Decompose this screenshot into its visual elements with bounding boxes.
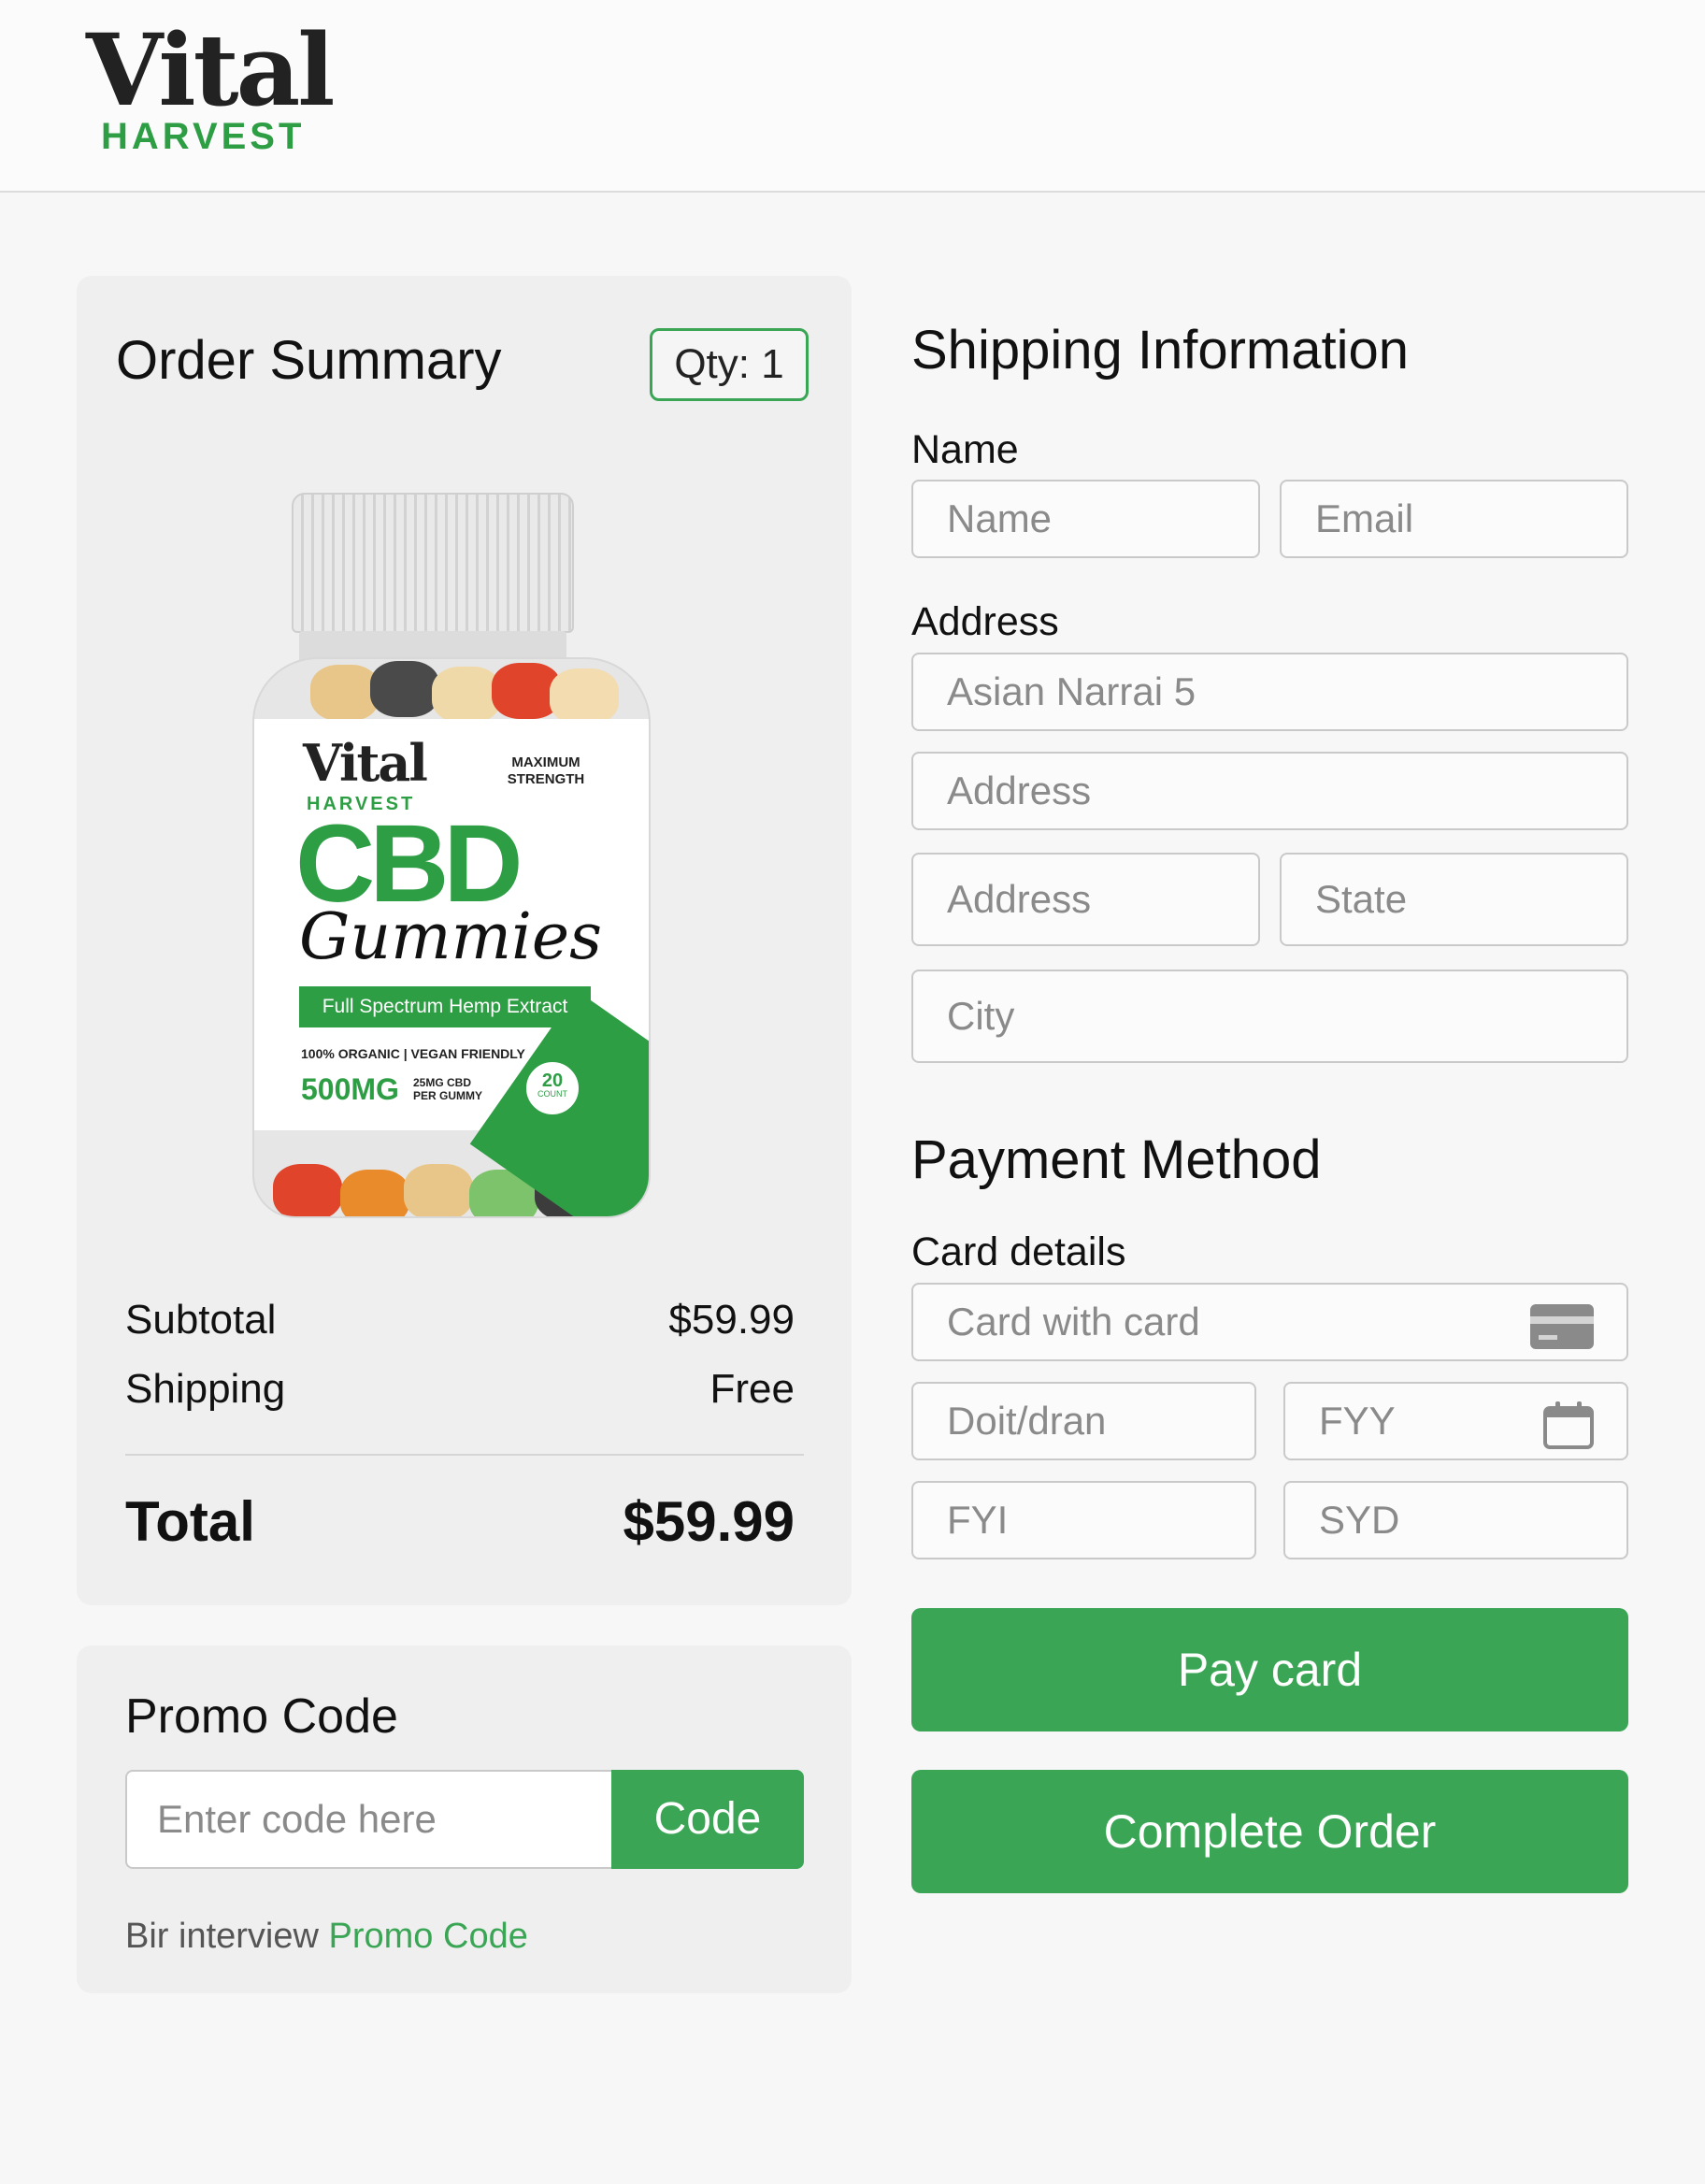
total-row: Total $59.99 — [125, 1489, 795, 1554]
logo-subtitle: HARVEST — [101, 116, 306, 157]
bottle-label: Vital HARVEST MAXIMUM STRENGTH CBD Gummi… — [254, 719, 649, 1216]
gummy — [432, 667, 501, 723]
order-summary-title: Order Summary — [116, 330, 502, 391]
card-number-input[interactable]: Card with card — [911, 1283, 1628, 1361]
state-input[interactable]: State — [1280, 853, 1628, 946]
label-extract: Full Spectrum Hemp Extract — [299, 986, 591, 1027]
email-input[interactable]: Email — [1280, 480, 1628, 558]
complete-order-button[interactable]: Complete Order — [911, 1770, 1628, 1893]
name-input[interactable]: Name — [911, 480, 1260, 558]
address-line3-input[interactable]: Address — [911, 853, 1260, 946]
product-image: Vital HARVEST MAXIMUM STRENGTH CBD Gummi… — [252, 493, 651, 1222]
fyi-input[interactable]: FYI — [911, 1481, 1256, 1559]
summary-divider — [125, 1454, 804, 1456]
shipping-label: Shipping — [125, 1366, 286, 1412]
expiry-year-input[interactable]: FYY — [1283, 1382, 1628, 1460]
expiry-date-input[interactable]: Doit/dran — [911, 1382, 1256, 1460]
gummy — [370, 661, 439, 717]
site-header: Vital HARVEST — [0, 0, 1705, 193]
credit-card-icon — [1529, 1300, 1595, 1374]
label-strength: MAXIMUM STRENGTH — [507, 754, 585, 787]
promo-note-text: Bir interview — [125, 1917, 319, 1956]
label-script: Gummies — [299, 900, 602, 974]
order-summary-card: Order Summary Qty: 1 Vital HARVEST MAXIM… — [77, 276, 852, 1605]
shipping-row: Shipping Free — [125, 1366, 795, 1413]
label-count-badge: 20 COUNT — [522, 1057, 583, 1119]
subtotal-row: Subtotal $59.99 — [125, 1297, 795, 1343]
label-count-text: COUNT — [537, 1089, 567, 1099]
bottle-cap — [292, 493, 574, 633]
pay-card-button[interactable]: Pay card — [911, 1608, 1628, 1731]
quantity-badge: Qty: 1 — [650, 328, 809, 401]
gummy — [340, 1170, 409, 1216]
syd-input[interactable]: SYD — [1283, 1481, 1628, 1559]
gummy — [273, 1164, 342, 1216]
promo-code-card: Promo Code Enter code here Code Bir inte… — [77, 1645, 852, 1993]
promo-code-input[interactable]: Enter code here — [125, 1770, 611, 1869]
label-count-number: 20 — [541, 1070, 564, 1091]
label-per-gummy: 25MG CBD PER GUMMY — [413, 1076, 483, 1102]
address-line1-input[interactable]: Asian Narrai 5 — [911, 653, 1628, 731]
card-number-placeholder: Card with card — [947, 1300, 1200, 1343]
logo-wordmark: Vital — [86, 11, 336, 128]
address-label: Address — [911, 599, 1059, 644]
gummy — [550, 668, 619, 725]
label-brand: Vital — [303, 733, 428, 793]
gummy — [310, 665, 380, 721]
name-label: Name — [911, 427, 1019, 472]
promo-code-link[interactable]: Promo Code — [329, 1917, 528, 1956]
promo-title: Promo Code — [125, 1689, 398, 1744]
promo-note: Bir interview Promo Code — [125, 1917, 528, 1957]
apply-code-button[interactable]: Code — [611, 1770, 804, 1869]
calendar-icon[interactable] — [1542, 1399, 1595, 1473]
expiry-year-placeholder: FYY — [1319, 1399, 1396, 1443]
brand-logo[interactable]: Vital HARVEST — [86, 21, 336, 161]
subtotal-value: $59.99 — [668, 1297, 795, 1343]
subtotal-label: Subtotal — [125, 1297, 277, 1343]
address-line2-input[interactable]: Address — [911, 752, 1628, 830]
payment-title: Payment Method — [911, 1129, 1322, 1190]
shipping-title: Shipping Information — [911, 320, 1409, 381]
label-dose: 500MG — [301, 1072, 399, 1106]
total-label: Total — [125, 1490, 255, 1553]
card-details-label: Card details — [911, 1229, 1126, 1274]
total-value: $59.99 — [623, 1490, 795, 1553]
bottle-body: Vital HARVEST MAXIMUM STRENGTH CBD Gummi… — [252, 657, 651, 1218]
gummy — [404, 1164, 473, 1216]
shipping-value: Free — [709, 1366, 795, 1412]
city-input[interactable]: City — [911, 970, 1628, 1063]
label-claims: 100% ORGANIC | VEGAN FRIENDLY — [301, 1046, 525, 1061]
